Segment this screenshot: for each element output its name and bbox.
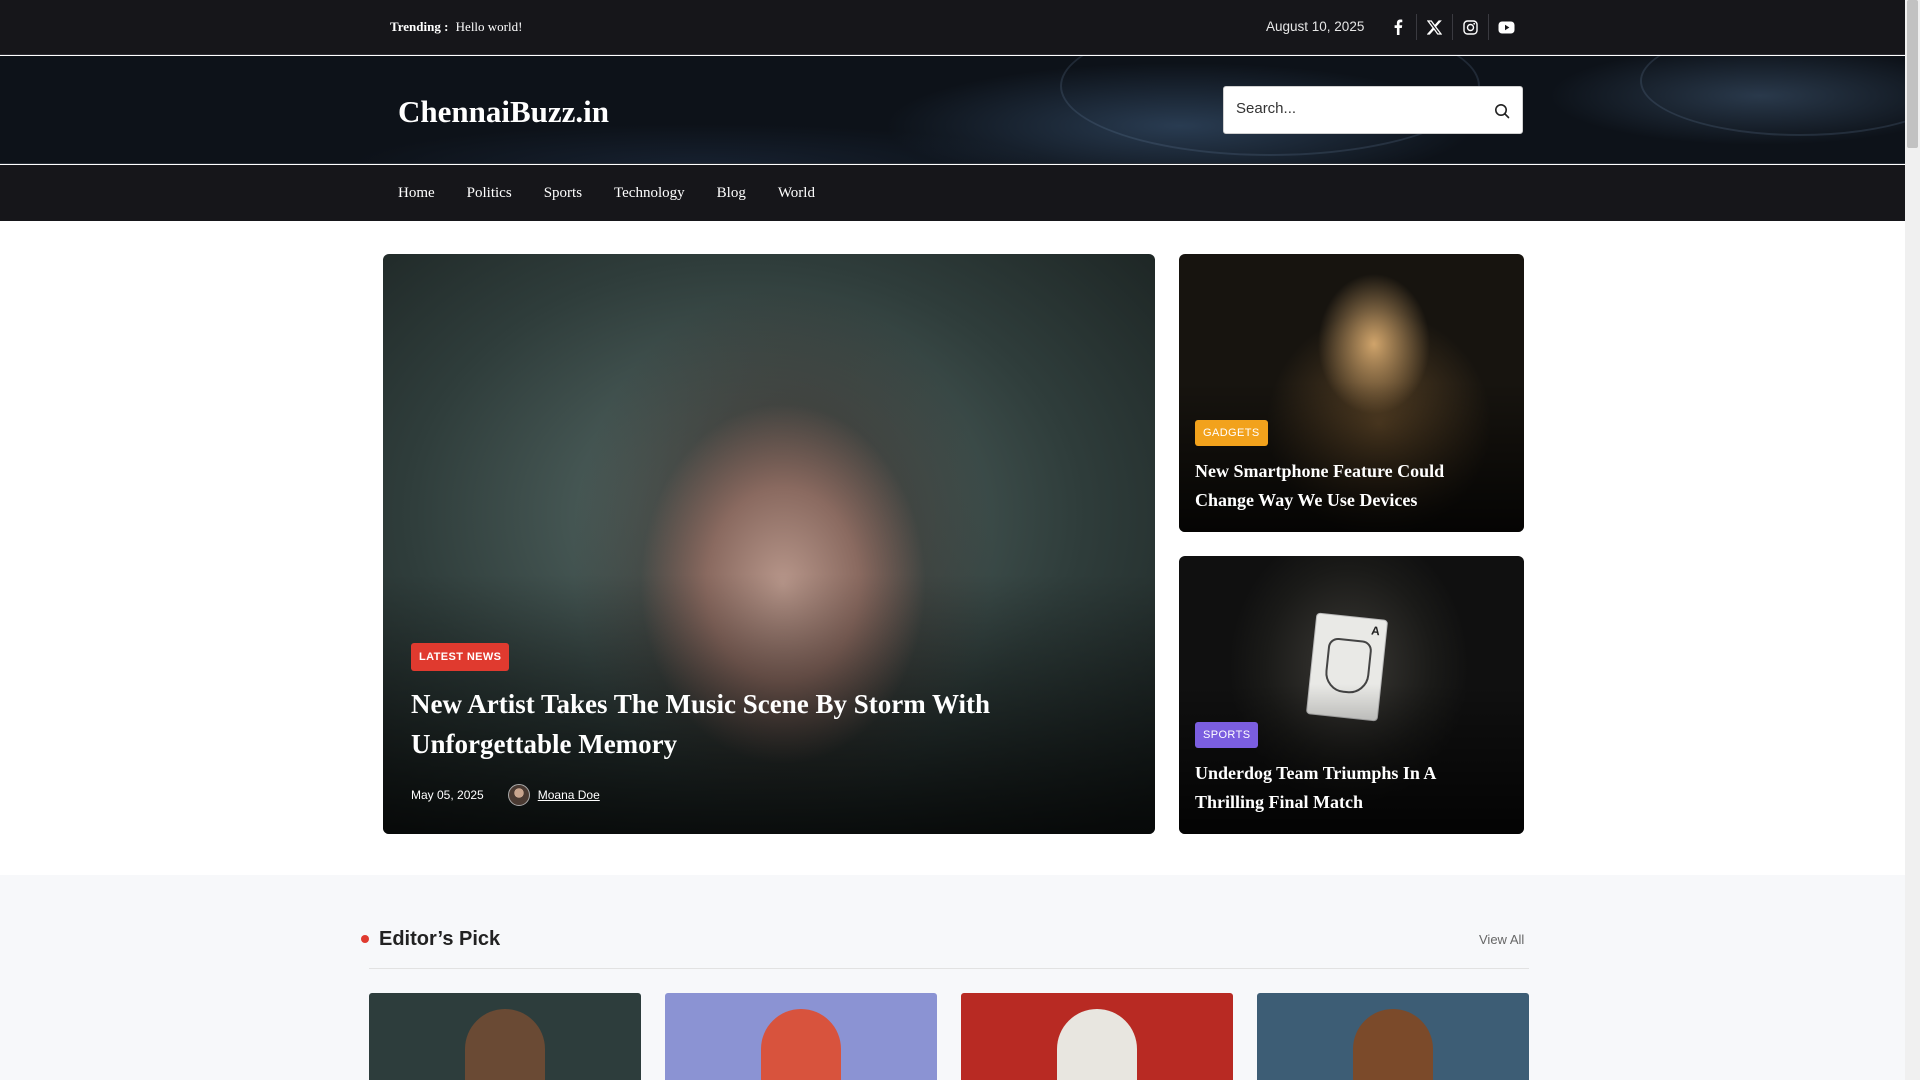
nav-item-sports[interactable]: Sports <box>544 185 582 202</box>
portrait-image <box>1057 1009 1137 1080</box>
hero-title[interactable]: New Artist Takes The Music Scene By Stor… <box>411 684 1101 764</box>
site-logo[interactable]: ChennaiBuzz.in <box>398 94 609 130</box>
youtube-icon[interactable] <box>1488 14 1524 40</box>
post-meta: May 05, 2025 Moana Doe <box>411 784 600 806</box>
editors-pick-list <box>369 993 1553 1080</box>
portrait-image <box>1353 1009 1433 1080</box>
post-thumbnail[interactable] <box>369 993 641 1080</box>
section-title: Editor’s Pick <box>379 928 501 950</box>
side-post-title[interactable]: Underdog Team Triumphs In A Thrilling Fi… <box>1195 759 1495 817</box>
section-dot-icon <box>361 935 369 943</box>
trending-label: Trending : <box>390 19 449 34</box>
editors-pick-section: Editor’s Pick View All <box>0 875 1905 1080</box>
top-bar: Trending : Hello world! August 10, 2025 <box>0 0 1905 55</box>
social-links <box>1380 14 1524 40</box>
card-rank-glyph: A <box>1370 623 1381 639</box>
post-date: May 05, 2025 <box>411 788 484 802</box>
side-post-title[interactable]: New Smartphone Feature Could Change Way … <box>1195 457 1495 515</box>
scrollbar-thumb[interactable] <box>1907 0 1918 148</box>
instagram-icon[interactable] <box>1452 14 1488 40</box>
portrait-image <box>465 1009 545 1080</box>
site-header: ChennaiBuzz.in <box>0 56 1905 164</box>
post-thumbnail[interactable] <box>1257 993 1529 1080</box>
nav-item-world[interactable]: World <box>778 185 815 202</box>
hero-post[interactable]: LATEST NEWS New Artist Takes The Music S… <box>383 254 1155 834</box>
nav-item-politics[interactable]: Politics <box>467 185 512 202</box>
facebook-icon[interactable] <box>1380 14 1416 40</box>
category-badge[interactable]: GADGETS <box>1195 420 1268 446</box>
category-badge[interactable]: LATEST NEWS <box>411 643 510 671</box>
section-divider <box>369 968 1529 969</box>
current-date: August 10, 2025 <box>1266 19 1365 34</box>
x-icon[interactable] <box>1416 14 1452 40</box>
nav-item-home[interactable]: Home <box>398 185 435 202</box>
author-link[interactable]: Moana Doe <box>538 788 600 802</box>
search-box <box>1223 86 1523 134</box>
author-avatar[interactable] <box>507 784 530 806</box>
portrait-image <box>761 1009 841 1080</box>
search-icon[interactable] <box>1490 99 1514 123</box>
nav-item-blog[interactable]: Blog <box>717 185 746 202</box>
view-all-link[interactable]: View All <box>1479 932 1524 947</box>
search-input[interactable] <box>1236 100 1486 117</box>
category-badge[interactable]: SPORTS <box>1195 722 1259 748</box>
trending-ticker: Trending : Hello world! <box>390 19 522 35</box>
trending-link[interactable]: Hello world! <box>456 19 523 34</box>
post-thumbnail[interactable] <box>961 993 1233 1080</box>
header-smoke-decoration <box>1640 56 1905 136</box>
main-navigation: Home Politics Sports Technology Blog Wor… <box>0 165 1905 221</box>
side-post-card[interactable]: A SPORTS Underdog Team Triumphs In A Thr… <box>1179 556 1524 834</box>
nav-item-technology[interactable]: Technology <box>614 185 685 202</box>
post-thumbnail[interactable] <box>665 993 937 1080</box>
side-post-card[interactable]: GADGETS New Smartphone Feature Could Cha… <box>1179 254 1524 532</box>
page-scrollbar[interactable] <box>1905 0 1920 1080</box>
